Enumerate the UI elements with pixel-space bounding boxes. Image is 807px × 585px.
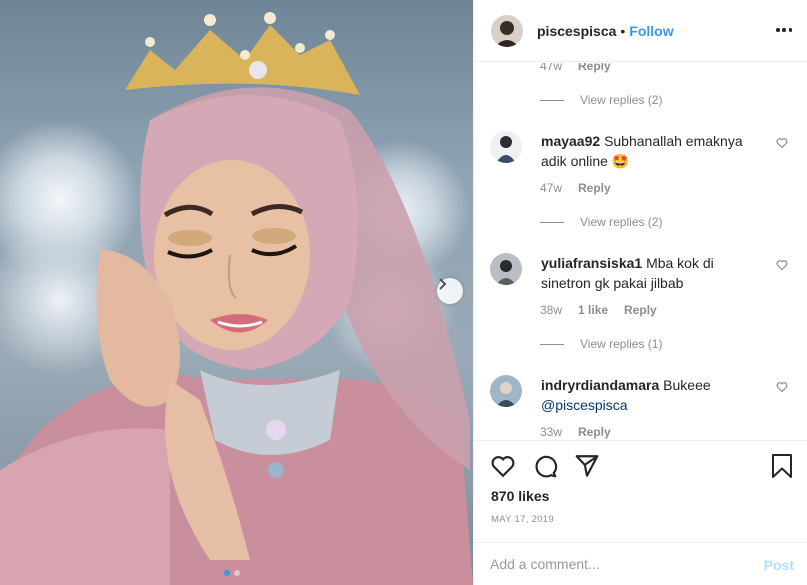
post-actions: 870 likes MAY 17, 2019 Post bbox=[474, 440, 807, 585]
carousel-dot bbox=[234, 570, 240, 576]
commenter-username[interactable]: indryrdiandamara bbox=[541, 377, 659, 393]
comment-meta: 47w Reply bbox=[540, 63, 611, 73]
comment-text: mayaa92 Subhanallah emaknya adik online … bbox=[541, 131, 751, 171]
comment-icon[interactable] bbox=[532, 453, 558, 479]
commenter-username[interactable]: mayaa92 bbox=[541, 133, 600, 149]
bookmark-icon[interactable] bbox=[770, 453, 794, 479]
bride-illustration bbox=[0, 12, 473, 585]
carousel-dot-active bbox=[224, 570, 230, 576]
heart-icon[interactable] bbox=[776, 381, 788, 393]
comment-meta: 47w Reply bbox=[540, 181, 611, 195]
commenter-avatar[interactable] bbox=[490, 131, 522, 163]
likes-count[interactable]: 870 likes bbox=[491, 488, 549, 504]
reply-button[interactable]: Reply bbox=[578, 425, 611, 439]
comment-likes[interactable]: 1 like bbox=[578, 303, 608, 317]
comment-meta: 38w 1 like Reply bbox=[540, 303, 657, 317]
comment-time: 47w bbox=[540, 63, 563, 73]
author-avatar[interactable] bbox=[491, 14, 523, 47]
view-replies-button[interactable]: View replies (2) bbox=[540, 215, 662, 229]
view-replies-label: View replies (2) bbox=[580, 215, 663, 229]
chevron-right-icon bbox=[439, 278, 447, 290]
heart-icon[interactable] bbox=[490, 453, 516, 479]
header-separator: • bbox=[620, 22, 626, 39]
author-username[interactable]: piscespisca bbox=[537, 23, 616, 39]
comment-item: indryrdiandamara Bukeee @piscespisca bbox=[490, 375, 790, 439]
share-icon[interactable] bbox=[574, 453, 600, 479]
commenter-avatar[interactable] bbox=[490, 253, 522, 285]
heart-icon[interactable] bbox=[776, 137, 788, 149]
post-date: MAY 17, 2019 bbox=[491, 514, 554, 525]
add-comment-input[interactable] bbox=[490, 556, 740, 572]
post-photo[interactable] bbox=[0, 0, 473, 585]
carousel-dots bbox=[224, 570, 240, 576]
comment-time: 47w bbox=[540, 181, 563, 195]
add-comment-bar: Post bbox=[474, 542, 807, 585]
comment-time: 33w bbox=[540, 425, 563, 439]
commenter-username[interactable]: yuliafransiska1 bbox=[541, 255, 642, 271]
comment-text: yuliafransiska1 Mba kok di sinetron gk p… bbox=[541, 253, 751, 293]
heart-icon[interactable] bbox=[776, 259, 788, 271]
next-photo-button[interactable] bbox=[437, 278, 463, 304]
reply-button[interactable]: Reply bbox=[578, 63, 611, 73]
comment-text: indryrdiandamara Bukeee @piscespisca bbox=[541, 375, 751, 415]
comment-meta: 33w Reply bbox=[540, 425, 611, 439]
post-comment-button[interactable]: Post bbox=[764, 557, 794, 573]
view-replies-button[interactable]: View replies (1) bbox=[540, 337, 662, 351]
commenter-avatar[interactable] bbox=[490, 375, 522, 407]
view-replies-label: View replies (1) bbox=[580, 337, 663, 351]
comment-time: 38w bbox=[540, 303, 563, 317]
post-header: piscespisca • Follow bbox=[474, 0, 807, 62]
post-side-panel: piscespisca • Follow 47w Reply View repl… bbox=[473, 0, 807, 585]
more-icon[interactable] bbox=[776, 22, 792, 38]
view-replies-button[interactable]: View replies (2) bbox=[540, 93, 662, 107]
follow-button[interactable]: Follow bbox=[629, 23, 673, 39]
comments-list[interactable]: 47w Reply View replies (2) mayaa92 Subha… bbox=[474, 63, 807, 439]
view-replies-label: View replies (2) bbox=[580, 93, 663, 107]
comment-mention[interactable]: @piscespisca bbox=[541, 397, 628, 413]
comment-body: Bukeee bbox=[663, 377, 711, 393]
reply-button[interactable]: Reply bbox=[578, 181, 611, 195]
reply-button[interactable]: Reply bbox=[624, 303, 657, 317]
